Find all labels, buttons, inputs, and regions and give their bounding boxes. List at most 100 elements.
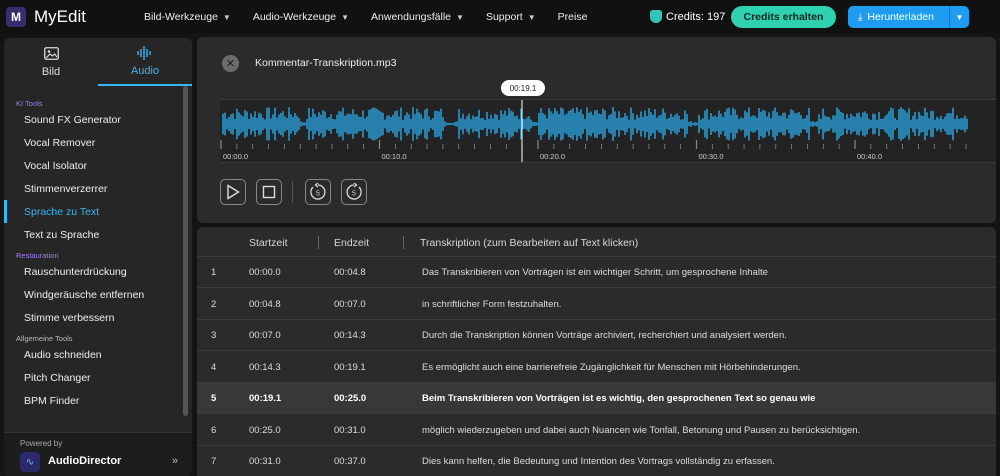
sidebar-scrollbar[interactable] bbox=[183, 86, 188, 416]
header-endzeit: Endzeit bbox=[334, 237, 370, 249]
row-end-time: 00:25.0 bbox=[334, 393, 367, 404]
row-end-time: 00:31.0 bbox=[334, 424, 366, 436]
row-transcript-text[interactable]: Dies kann helfen, die Bedeutung und Inte… bbox=[422, 456, 775, 467]
credits-label: Credits: 197 bbox=[666, 10, 726, 23]
close-icon[interactable]: ✕ bbox=[222, 55, 239, 72]
sidebar-item-sound-fx-generator[interactable]: Sound FX Generator bbox=[4, 108, 192, 131]
row-transcript-text[interactable]: möglich wiederzugeben und dabei auch Nua… bbox=[422, 425, 860, 436]
download-options-button[interactable]: ▼ bbox=[949, 6, 969, 28]
row-transcript-text[interactable]: Das Transkribieren von Vorträgen ist ein… bbox=[422, 267, 768, 278]
sidebar-item-rauschunterdrueckung[interactable]: Rauschunterdrückung bbox=[4, 260, 192, 283]
play-button[interactable] bbox=[220, 179, 246, 205]
sidebar-item-vocal-isolator[interactable]: Vocal Isolator bbox=[4, 154, 192, 177]
sidebar-item-bpm-finder[interactable]: BPM Finder bbox=[4, 389, 192, 412]
svg-text:5: 5 bbox=[316, 191, 320, 198]
sidebar: Bild Audio KI Tools Sound FX Generator V… bbox=[4, 38, 192, 476]
download-icon: ⤓ bbox=[858, 11, 863, 23]
audio-player: ✕ Kommentar-Transkription.mp3 00:19.1 00… bbox=[197, 37, 996, 223]
chevron-down-icon: ▼ bbox=[341, 12, 350, 22]
row-end-time: 00:07.0 bbox=[334, 298, 366, 310]
row-number: 4 bbox=[211, 361, 217, 373]
header-transkription: Transkription (zum Bearbeiten auf Text k… bbox=[420, 237, 639, 249]
nav-label: Bild-Werkzeuge bbox=[144, 11, 218, 23]
row-start-time: 00:14.3 bbox=[249, 361, 281, 373]
download-button[interactable]: ⤓ Herunterladen ▼ bbox=[848, 6, 969, 28]
app-name: MyEdit bbox=[34, 7, 86, 26]
chevron-down-icon: ▼ bbox=[527, 12, 536, 22]
row-end-time: 00:14.3 bbox=[334, 330, 366, 341]
sidebar-tool-list: KI Tools Sound FX Generator Vocal Remove… bbox=[4, 86, 192, 432]
sidebar-item-stimmenverzerrer[interactable]: Stimmenverzerrer bbox=[4, 177, 192, 200]
double-chevron-right-icon[interactable]: » bbox=[172, 455, 178, 467]
play-icon bbox=[227, 184, 240, 200]
logo[interactable]: M MyEdit bbox=[6, 7, 116, 27]
table-row[interactable]: 6 00:25.0 00:31.0 möglich wiederzugeben und… bbox=[197, 415, 996, 446]
row-start-time: 00:19.1 bbox=[249, 393, 282, 404]
nav-anwendungsfaelle[interactable]: Anwendungsfälle ▼ bbox=[371, 11, 464, 23]
row-number: 5 bbox=[211, 393, 217, 404]
powered-by-label: Powered by bbox=[20, 439, 63, 448]
table-row[interactable]: 4 00:14.3 00:19.1 Es ermöglicht auch eine b… bbox=[197, 352, 996, 383]
main-nav: Bild-Werkzeuge ▼ Audio-Werkzeuge ▼ Anwendu… bbox=[144, 11, 609, 23]
sidebar-item-vocal-remover[interactable]: Vocal Remover bbox=[4, 131, 192, 154]
sidebar-item-text-zu-sprache[interactable]: Text zu Sprache bbox=[4, 223, 192, 246]
sidebar-item-sprache-zu-text[interactable]: Sprache zu Text bbox=[4, 200, 192, 223]
sidebar-tabs: Bild Audio bbox=[4, 38, 192, 86]
row-transcript-text[interactable]: Durch die Transkription können Vorträge … bbox=[422, 330, 787, 341]
row-transcript-text[interactable]: in schriftlicher Form festzuhalten. bbox=[422, 299, 561, 310]
nav-audio-werkzeuge[interactable]: Audio-Werkzeuge ▼ bbox=[253, 11, 349, 23]
row-transcript-text[interactable]: Beim Transkribieren von Vorträgen ist es… bbox=[422, 393, 815, 404]
header-divider bbox=[403, 236, 404, 249]
table-row[interactable]: 3 00:07.0 00:14.3 Durch die Transkription k… bbox=[197, 320, 996, 351]
table-row[interactable]: 2 00:04.8 00:07.0 in schriftlicher Form fes… bbox=[197, 289, 996, 320]
sidebar-item-windgeraeusche-entfernen[interactable]: Windgeräusche entfernen bbox=[4, 283, 192, 306]
rewind-5-button[interactable]: 5 bbox=[305, 179, 331, 205]
powered-by-panel[interactable]: Powered by ∿ AudioDirector » bbox=[4, 432, 192, 476]
get-credits-button[interactable]: Credits erhalten bbox=[731, 6, 836, 28]
stop-button[interactable] bbox=[256, 179, 282, 205]
playhead-time-label: 00:19.1 bbox=[501, 80, 545, 96]
tab-audio[interactable]: Audio bbox=[98, 38, 192, 86]
row-start-time: 00:31.0 bbox=[249, 456, 281, 467]
table-row[interactable]: 1 00:00.0 00:04.8 Das Transkribieren von Vo… bbox=[197, 257, 996, 288]
section-title-allgemeine-tools: Allgemeine Tools bbox=[16, 334, 73, 343]
audiodirector-logo-icon: ∿ bbox=[20, 452, 40, 472]
transcript-table: Startzeit Endzeit Transkription (zum Bea… bbox=[197, 227, 996, 476]
row-transcript-text[interactable]: Es ermöglicht auch eine barrierefreie Zu… bbox=[422, 362, 801, 373]
row-start-time: 00:07.0 bbox=[249, 330, 281, 341]
timeline-tick-label: 00:10.0 bbox=[382, 152, 407, 161]
timeline-tick-label: 00:40.0 bbox=[857, 152, 882, 161]
top-bar: M MyEdit Bild-Werkzeuge ▼ Audio-Werkzeuge… bbox=[0, 0, 1000, 34]
nav-support[interactable]: Support ▼ bbox=[486, 11, 536, 23]
waveform-timeline[interactable]: 00:00.0 00:10.0 00:20.0 00:30.0 00:40.0 bbox=[220, 99, 996, 163]
row-number: 7 bbox=[211, 456, 217, 467]
audio-wave-icon bbox=[137, 45, 153, 60]
chevron-down-icon: ▼ bbox=[222, 12, 231, 22]
logo-icon: M bbox=[6, 7, 26, 27]
timeline-tick-label: 00:00.0 bbox=[223, 152, 248, 161]
table-row[interactable]: 5 00:19.1 00:25.0 Beim Transkribieren von V… bbox=[197, 383, 996, 414]
powered-by-name: AudioDirector bbox=[48, 455, 122, 467]
tab-bild[interactable]: Bild bbox=[4, 38, 98, 86]
row-number: 6 bbox=[211, 424, 217, 436]
rewind-5-icon: 5 bbox=[310, 183, 326, 200]
section-title-restauration: Restauration bbox=[16, 251, 59, 260]
timeline-tick-label: 00:30.0 bbox=[699, 152, 724, 161]
nav-label: Support bbox=[485, 11, 523, 23]
download-label: Herunterladen bbox=[867, 11, 934, 23]
nav-label: Audio-Werkzeuge bbox=[252, 11, 337, 23]
stop-icon bbox=[262, 185, 276, 199]
waveform: 00:00.0 00:10.0 00:20.0 00:30.0 00:40.0 bbox=[220, 100, 968, 162]
table-row[interactable]: 7 00:31.0 00:37.0 Dies kann helfen, die Bed… bbox=[197, 446, 996, 476]
forward-5-button[interactable]: 5 bbox=[341, 179, 367, 205]
nav-preise[interactable]: Preise bbox=[558, 11, 588, 23]
nav-label: Preise bbox=[557, 11, 588, 23]
row-start-time: 00:04.8 bbox=[249, 298, 281, 310]
row-end-time: 00:04.8 bbox=[334, 267, 366, 278]
sidebar-item-pitch-changer[interactable]: Pitch Changer bbox=[4, 366, 192, 389]
playback-controls: 5 5 bbox=[220, 179, 377, 205]
sidebar-item-audio-schneiden[interactable]: Audio schneiden bbox=[4, 343, 192, 366]
nav-bild-werkzeuge[interactable]: Bild-Werkzeuge ▼ bbox=[144, 11, 231, 23]
sidebar-item-stimme-verbessern[interactable]: Stimme verbessern bbox=[4, 306, 192, 329]
image-icon bbox=[43, 46, 59, 61]
